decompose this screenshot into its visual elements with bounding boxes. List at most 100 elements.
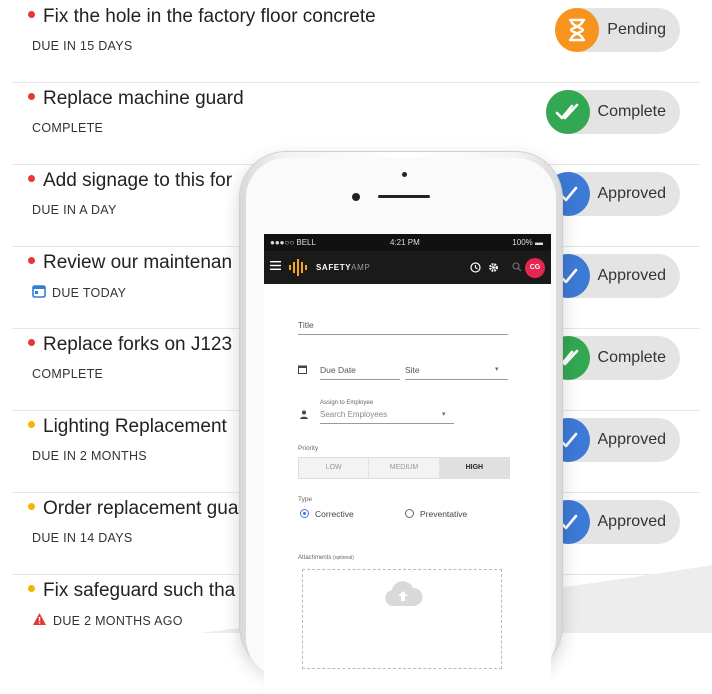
assign-employee-label: Assign to Employee xyxy=(320,400,374,406)
attachments-label: Attachments (optional) xyxy=(298,555,354,561)
priority-high-button[interactable]: HIGH xyxy=(439,458,509,478)
calendar-icon xyxy=(298,365,307,374)
priority-dot xyxy=(28,421,35,429)
site-underline xyxy=(405,379,508,380)
task-title: Fix the hole in the factory floor concre… xyxy=(28,6,376,28)
radio-corrective[interactable] xyxy=(300,509,309,518)
carrier-signal: ●●●○○ BELL xyxy=(270,238,316,247)
proximity-sensor xyxy=(402,172,407,177)
radio-corrective-label: Corrective xyxy=(315,509,354,519)
priority-dot xyxy=(28,585,35,593)
attachments-hint: (optional) xyxy=(333,555,354,561)
battery-percent: 100% xyxy=(512,238,533,247)
task-title: Replace machine guard xyxy=(28,88,244,110)
radio-preventative[interactable] xyxy=(405,509,414,518)
search-icon[interactable] xyxy=(512,262,522,272)
task-due-text: DUE IN 2 MONTHS xyxy=(32,449,147,463)
task-due: DUE TODAY xyxy=(32,285,126,302)
priority-medium-button[interactable]: MEDIUM xyxy=(369,458,440,478)
status-label: Approved xyxy=(597,185,667,202)
battery-indicator: 100% ▬ xyxy=(512,234,543,251)
task-title-text: Fix the hole in the factory floor concre… xyxy=(43,6,376,27)
clock-icon[interactable] xyxy=(470,262,481,273)
priority-dot xyxy=(28,93,35,101)
status-badge[interactable]: Approved xyxy=(545,500,680,544)
app-bar: SAFETYAMP CG xyxy=(264,251,551,284)
cloud-upload-icon xyxy=(385,581,423,606)
priority-dot xyxy=(28,339,35,347)
status-badge[interactable]: Approved xyxy=(545,254,680,298)
hourglass-icon xyxy=(555,8,600,52)
brand-amp: AMP xyxy=(351,263,371,272)
priority-low-button[interactable]: LOW xyxy=(299,458,370,478)
task-title: Add signage to this for xyxy=(28,170,232,192)
task-due-text: DUE IN 14 DAYS xyxy=(32,531,133,545)
task-due-text: DUE IN 15 DAYS xyxy=(32,39,133,53)
priority-dot xyxy=(28,175,35,183)
task-due: COMPLETE xyxy=(32,367,103,381)
status-label: Approved xyxy=(597,431,667,448)
task-title-text: Fix safeguard such tha xyxy=(43,580,236,601)
task-due-text: DUE TODAY xyxy=(52,285,127,300)
front-camera xyxy=(352,193,360,201)
task-due: DUE IN 14 DAYS xyxy=(32,531,133,545)
safetyamp-logo-icon xyxy=(289,259,307,276)
task-title: Order replacement gua xyxy=(28,498,238,520)
task-due: COMPLETE xyxy=(32,121,103,135)
attachments-label-text: Attachments xyxy=(298,555,332,561)
status-label: Approved xyxy=(597,513,667,530)
status-badge[interactable]: Pending xyxy=(555,8,680,52)
task-due: DUE 2 MONTHS AGO xyxy=(32,613,183,630)
task-due: DUE IN A DAY xyxy=(32,203,117,217)
attachment-drop-zone[interactable] xyxy=(302,569,502,669)
due-date-field[interactable]: Due Date xyxy=(320,365,356,375)
site-dropdown-arrow-icon[interactable]: ▾ xyxy=(495,365,499,373)
priority-dot xyxy=(28,257,35,265)
title-input[interactable] xyxy=(298,334,508,335)
task-title-text: Replace machine guard xyxy=(43,88,244,109)
calendar-icon xyxy=(32,284,46,301)
brand-safety: SAFETY xyxy=(316,263,352,272)
gear-icon[interactable] xyxy=(488,262,499,273)
clock: 4:21 PM xyxy=(390,238,420,247)
task-title-text: Review our maintenan xyxy=(43,252,233,273)
priority-dot xyxy=(28,503,35,511)
site-select[interactable]: Site xyxy=(405,365,420,375)
search-employees-input[interactable]: Search Employees xyxy=(320,410,387,419)
task-due-text: DUE 2 MONTHS AGO xyxy=(53,613,183,628)
user-avatar[interactable]: CG xyxy=(525,258,545,278)
due-date-underline xyxy=(320,379,400,380)
task-title: Replace forks on J123 xyxy=(28,334,232,356)
task-due: DUE IN 2 MONTHS xyxy=(32,449,147,463)
priority-selector: LOW MEDIUM HIGH xyxy=(298,457,510,479)
task-due: DUE IN 15 DAYS xyxy=(32,39,133,53)
status-badge[interactable]: Complete xyxy=(545,90,680,134)
status-label: Approved xyxy=(597,267,667,284)
employee-dropdown-arrow-icon[interactable]: ▾ xyxy=(442,410,446,418)
warning-icon xyxy=(32,612,47,629)
hamburger-menu-icon[interactable] xyxy=(270,261,281,270)
task-title-text: Add signage to this for xyxy=(43,170,233,191)
title-field-label: Title xyxy=(298,320,314,330)
brand-name: SAFETYAMP xyxy=(316,263,370,272)
task-title-text: Lighting Replacement xyxy=(43,416,227,437)
status-bar: ●●●○○ BELL 4:21 PM 100% ▬ xyxy=(264,234,551,251)
task-due-text: DUE IN A DAY xyxy=(32,203,117,217)
phone-screen: ●●●○○ BELL 4:21 PM 100% ▬ SAFETYAMP CG T… xyxy=(264,234,551,694)
employee-underline xyxy=(320,423,454,424)
task-due-text: COMPLETE xyxy=(32,367,104,381)
status-badge[interactable]: Approved xyxy=(545,172,680,216)
radio-preventative-label: Preventative xyxy=(420,509,468,519)
phone-mockup: ●●●○○ BELL 4:21 PM 100% ▬ SAFETYAMP CG T… xyxy=(240,152,562,694)
status-badge[interactable]: Complete xyxy=(545,336,680,380)
task-row[interactable]: Fix the hole in the factory floor concre… xyxy=(12,0,700,83)
task-title: Fix safeguard such tha xyxy=(28,580,235,602)
status-badge[interactable]: Approved xyxy=(545,418,680,462)
status-label: Pending xyxy=(607,21,666,38)
status-label: Complete xyxy=(597,103,666,120)
priority-dot xyxy=(28,11,35,19)
double-check-icon xyxy=(545,90,590,134)
task-title: Review our maintenan xyxy=(28,252,232,274)
task-title-text: Replace forks on J123 xyxy=(43,334,233,355)
person-icon xyxy=(300,410,308,419)
